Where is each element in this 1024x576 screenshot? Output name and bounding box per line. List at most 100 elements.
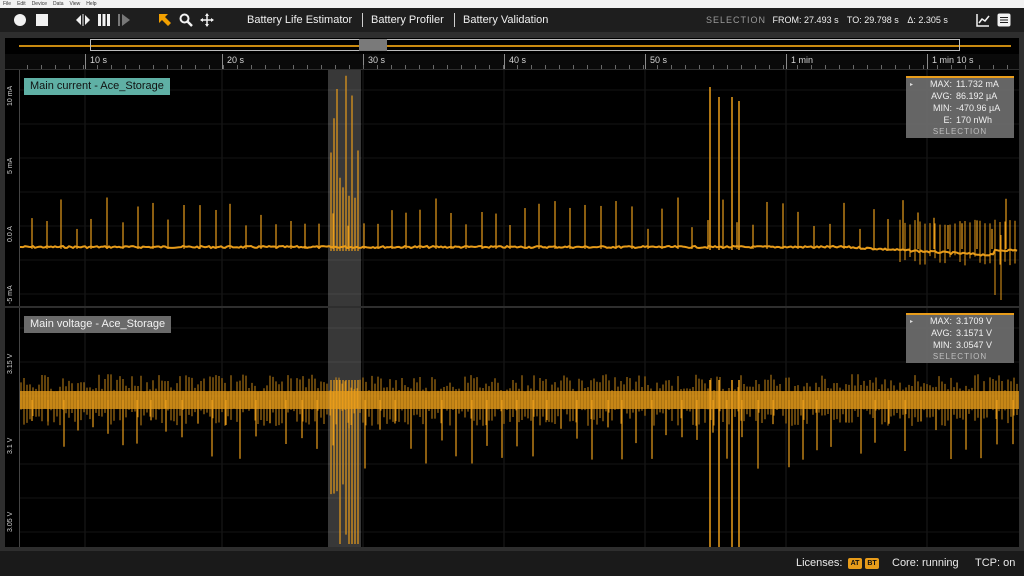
minor-tick [615, 65, 616, 69]
menu-button[interactable] [996, 8, 1012, 32]
stat-energy-label: E: [943, 115, 952, 125]
minor-tick [237, 65, 238, 69]
stat-min-label: MIN: [933, 103, 952, 113]
pointer-icon [159, 14, 171, 26]
selection-delta-value: 2.305 s [918, 15, 948, 25]
minor-tick [111, 65, 112, 69]
pause-button[interactable] [96, 8, 112, 32]
current-trace[interactable] [5, 70, 1019, 306]
current-pane[interactable]: 10 mA 5 mA 0.0 A -5 mA Main current - Ac… [5, 70, 1019, 306]
stat-min-label: MIN: [933, 340, 952, 350]
stats-footer: SELECTION [932, 352, 988, 361]
minor-tick [377, 65, 378, 69]
menu-data[interactable]: Data [53, 0, 64, 8]
minor-tick [41, 65, 42, 69]
minor-tick [685, 65, 686, 69]
minor-tick [265, 65, 266, 69]
minor-tick [307, 65, 308, 69]
minor-tick [517, 65, 518, 69]
minor-tick [601, 65, 602, 69]
minor-tick [657, 65, 658, 69]
play-icon [118, 14, 130, 26]
minor-tick [279, 65, 280, 69]
minor-tick [419, 65, 420, 69]
stat-energy-value: 170 nWh [956, 115, 993, 125]
toolbar: Battery Life Estimator Battery Profiler … [0, 8, 1024, 32]
stop-button[interactable] [34, 8, 50, 32]
pointer-tool-button[interactable] [157, 8, 173, 32]
overview-view-window[interactable] [90, 39, 960, 51]
stat-avg-label: AVG: [931, 91, 952, 101]
minor-tick [209, 65, 210, 69]
minor-tick [391, 65, 392, 69]
menu-file[interactable]: File [3, 0, 11, 8]
minor-tick [769, 65, 770, 69]
minor-tick [629, 65, 630, 69]
expand-icon[interactable]: ▸ [910, 81, 913, 88]
selection-from-value: 27.493 s [804, 15, 839, 25]
menu-edit[interactable]: Edit [17, 0, 26, 8]
minor-tick [965, 65, 966, 69]
time-tick: 10 s [85, 54, 107, 69]
selection-to-label: TO: [846, 15, 862, 25]
minor-tick [475, 65, 476, 69]
minor-tick [741, 65, 742, 69]
minor-tick [181, 65, 182, 69]
play-button[interactable] [116, 8, 132, 32]
main-area: 10 s 20 s 30 s 40 s 50 s 1 min 1 min 10 … [0, 32, 1024, 551]
stat-max-value: 3.1709 V [956, 316, 993, 326]
license-badge: BT [865, 558, 879, 569]
minor-tick [55, 65, 56, 69]
minor-tick [559, 65, 560, 69]
nav-separator [454, 13, 455, 27]
stat-avg-label: AVG: [931, 328, 952, 338]
expand-icon[interactable]: ▸ [910, 318, 913, 325]
minor-tick [545, 65, 546, 69]
minor-tick [699, 65, 700, 69]
time-tick: 1 min [786, 54, 813, 69]
stop-icon [36, 14, 48, 26]
selection-region[interactable] [328, 70, 361, 306]
menu-icon [997, 13, 1011, 27]
minor-tick [335, 65, 336, 69]
licenses-label: Licenses: [796, 557, 843, 569]
minor-tick [671, 65, 672, 69]
chart-view-button[interactable] [975, 8, 991, 32]
record-button[interactable] [12, 8, 28, 32]
minor-tick [839, 65, 840, 69]
nav-battery-validation[interactable]: Battery Validation [463, 13, 548, 27]
pan-icon [200, 13, 214, 27]
fit-horizontal-button[interactable] [74, 8, 92, 32]
minor-tick [881, 65, 882, 69]
minor-tick [951, 65, 952, 69]
minor-tick [895, 65, 896, 69]
minor-tick [223, 65, 224, 69]
voltage-stats-panel: ▸ MAX: 3.1709 V AVG: 3.1571 V MIN: 3.0547 V… [906, 313, 1014, 363]
menu-view[interactable]: View [70, 0, 81, 8]
overview-selection[interactable] [359, 39, 387, 51]
minor-tick [195, 65, 196, 69]
current-pane-title: Main current - Ace_Storage [24, 78, 170, 95]
minor-tick [251, 65, 252, 69]
menu-bar: File Edit Device Data View Help [0, 0, 1024, 8]
overview-minimap[interactable] [5, 38, 1019, 54]
voltage-trace[interactable] [5, 308, 1019, 547]
voltage-pane[interactable]: 3.15 V 3.1 V 3.05 V Main voltage - Ace_S… [5, 308, 1019, 547]
minor-tick [503, 65, 504, 69]
minor-tick [979, 65, 980, 69]
minor-tick [573, 65, 574, 69]
nav-battery-profiler[interactable]: Battery Profiler [371, 13, 444, 27]
pan-tool-button[interactable] [199, 8, 215, 32]
zoom-tool-button[interactable] [178, 8, 194, 32]
core-status: Core: running [892, 557, 959, 569]
menu-help[interactable]: Help [86, 0, 96, 8]
record-icon [14, 14, 26, 26]
minor-tick [69, 65, 70, 69]
menu-device[interactable]: Device [32, 0, 47, 8]
stat-max-label: MAX: [929, 316, 952, 326]
selection-delta-label: Δ: [907, 15, 916, 25]
minor-tick [797, 65, 798, 69]
nav-battery-life-estimator[interactable]: Battery Life Estimator [247, 13, 352, 27]
time-axis: 10 s 20 s 30 s 40 s 50 s 1 min 1 min 10 … [5, 54, 1019, 69]
pause-icon [98, 14, 110, 26]
